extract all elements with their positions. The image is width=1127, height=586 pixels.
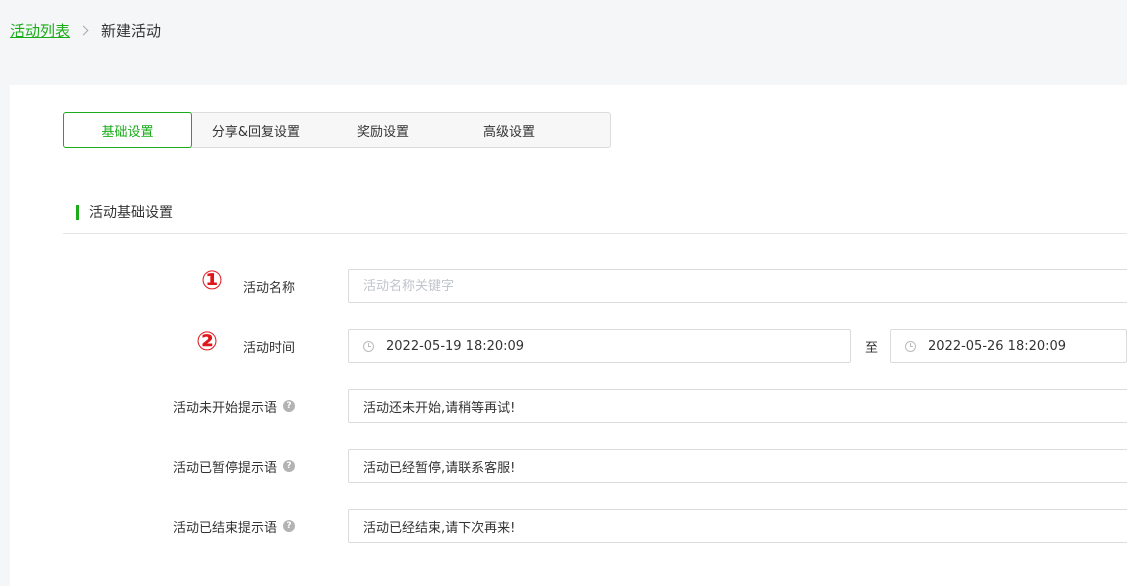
help-icon[interactable]: ?: [283, 460, 295, 472]
start-time-value: 2022-05-19 18:20:09: [386, 338, 525, 354]
end-time-value: 2022-05-26 18:20:09: [928, 338, 1067, 354]
start-time-picker[interactable]: 2022-05-19 18:20:09: [348, 329, 851, 363]
paused-message-label: 活动已暂停提示语 ?: [173, 449, 295, 483]
clock-icon: [363, 340, 374, 352]
main-panel: 基础设置 分享&回复设置 奖励设置 高级设置 活动基础设置 ① ② 活动名称 活…: [10, 85, 1127, 586]
chevron-right-icon: [78, 25, 89, 35]
activity-name-row: 活动名称: [10, 269, 1127, 303]
activity-name-input[interactable]: [363, 278, 1127, 294]
not-started-message-field[interactable]: 活动还未开始,请稍等再试!: [348, 389, 1127, 423]
activity-time-row: 活动时间 2022-05-19 18:20:09 至 2022-05-26 18…: [10, 329, 1127, 363]
section-accent-bar: [76, 204, 79, 220]
breadcrumb: 活动列表 新建活动: [10, 19, 161, 41]
clock-icon: [905, 340, 916, 352]
section-title-text: 活动基础设置: [89, 205, 173, 221]
ended-message-value: 活动已经结束,请下次再来!: [363, 520, 516, 536]
date-range-separator: 至: [865, 340, 879, 356]
settings-tabs: 基础设置 分享&回复设置 奖励设置 高级设置: [63, 112, 611, 148]
tab-reward-settings[interactable]: 奖励设置: [320, 113, 446, 147]
activity-name-label-text: 活动名称: [242, 280, 295, 296]
end-time-picker[interactable]: 2022-05-26 18:20:09: [890, 329, 1127, 363]
tab-basic-settings[interactable]: 基础设置: [63, 112, 192, 148]
activity-name-field[interactable]: [348, 269, 1127, 303]
help-icon[interactable]: ?: [283, 400, 295, 412]
ended-message-label: 活动已结束提示语 ?: [173, 509, 295, 543]
not-started-message-label: 活动未开始提示语 ?: [173, 389, 295, 423]
activity-time-label: 活动时间: [243, 329, 295, 363]
ended-message-field[interactable]: 活动已经结束,请下次再来!: [348, 509, 1127, 543]
not-started-message-row: 活动未开始提示语 ? 活动还未开始,请稍等再试!: [10, 389, 1127, 423]
tab-share-reply-settings[interactable]: 分享&回复设置: [192, 113, 320, 147]
not-started-message-label-text: 活动未开始提示语: [172, 400, 277, 416]
paused-message-row: 活动已暂停提示语 ? 活动已经暂停,请联系客服!: [10, 449, 1127, 483]
tab-advanced-settings[interactable]: 高级设置: [446, 113, 572, 147]
activity-time-label-text: 活动时间: [242, 340, 295, 356]
breadcrumb-activity-list-link[interactable]: 活动列表: [10, 20, 70, 41]
paused-message-label-text: 活动已暂停提示语: [172, 460, 277, 476]
paused-message-value: 活动已经暂停,请联系客服!: [363, 460, 516, 476]
section-title: 活动基础设置: [76, 203, 173, 221]
ended-message-label-text: 活动已结束提示语: [172, 520, 277, 536]
ended-message-row: 活动已结束提示语 ? 活动已经结束,请下次再来!: [10, 509, 1127, 543]
activity-name-label: 活动名称: [243, 269, 295, 303]
not-started-message-value: 活动还未开始,请稍等再试!: [363, 400, 516, 416]
breadcrumb-current: 新建活动: [101, 21, 162, 40]
paused-message-field[interactable]: 活动已经暂停,请联系客服!: [348, 449, 1127, 483]
section-divider: [63, 233, 1127, 234]
help-icon[interactable]: ?: [283, 520, 295, 532]
